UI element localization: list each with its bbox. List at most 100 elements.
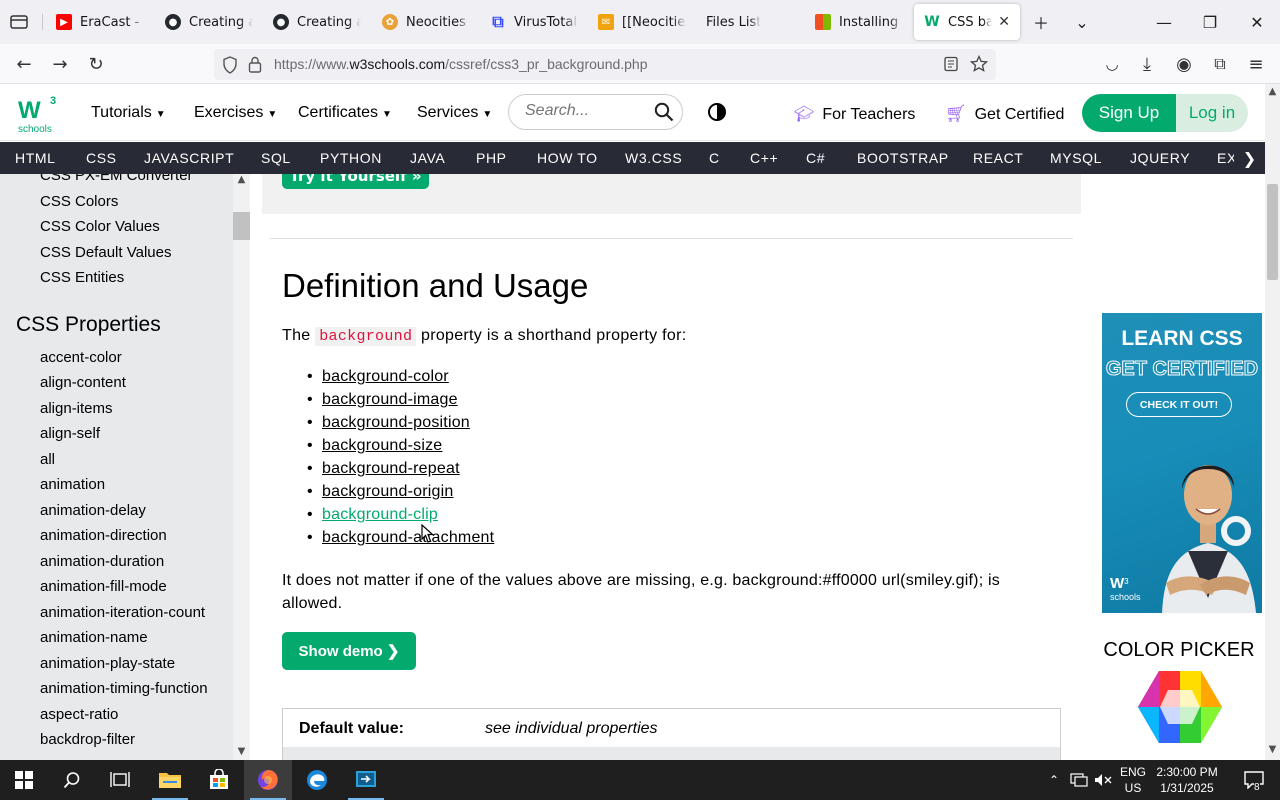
menu-certificates[interactable]: Certificates ▼ (298, 104, 392, 122)
sidebar-item[interactable]: CSS Entities (40, 269, 124, 286)
file-explorer-button[interactable] (146, 760, 194, 800)
topic-javascript[interactable]: JAVASCRIPT (144, 150, 234, 166)
sidebar-scrollbar[interactable]: ▲ ▼ (233, 174, 250, 760)
taskbar-search-button[interactable] (48, 760, 96, 800)
ad-check-it-out-button[interactable]: CHECK IT OUT! (1126, 392, 1232, 417)
back-button[interactable]: ← (10, 50, 38, 78)
sidebar-item[interactable]: CSS PX-EM Converter (40, 174, 193, 184)
bookmark-star-icon[interactable] (970, 55, 988, 73)
topic-c[interactable]: C (709, 150, 720, 166)
pocket-icon[interactable]: ◡ (1098, 50, 1126, 78)
topic-css[interactable]: CSS (86, 150, 117, 166)
sidebar-item[interactable]: align-self (40, 425, 100, 442)
url-bar[interactable]: https://www.w3schools.com/cssref/css3_pr… (214, 49, 996, 80)
edge-button[interactable] (293, 760, 341, 800)
close-window-button[interactable]: ✕ (1234, 0, 1280, 44)
topic-how-to[interactable]: HOW TO (537, 150, 598, 166)
scroll-up-icon[interactable]: ▲ (233, 174, 250, 188)
menu-exercises[interactable]: Exercises ▼ (194, 104, 277, 122)
show-hidden-icons-icon[interactable]: ⌃ (1044, 760, 1064, 800)
property-link[interactable]: background-size (322, 437, 442, 454)
page-scroll-thumb[interactable] (1267, 184, 1278, 280)
search-box[interactable] (508, 94, 683, 130)
sidebar-item[interactable]: backdrop-filter (40, 731, 135, 748)
network-icon[interactable] (1068, 760, 1090, 800)
action-center-button[interactable]: 8 (1234, 760, 1274, 800)
downloads-icon[interactable]: ⤓ (1133, 50, 1161, 78)
browser-tab[interactable]: ✿ Neocities - D (372, 4, 480, 40)
clock[interactable]: 2:30:00 PM 1/31/2025 (1150, 764, 1224, 796)
extensions-icon[interactable]: ⧉ (1206, 50, 1234, 78)
sidebar-item[interactable]: align-items (40, 400, 113, 417)
sidebar-item[interactable]: CSS Color Values (40, 218, 160, 235)
tab-overflow-icon[interactable]: ⌄ (1060, 0, 1104, 44)
sidebar-item[interactable]: all (40, 451, 55, 468)
show-demo-button[interactable]: Show demo ❯ (282, 632, 416, 670)
sidebar-item[interactable]: CSS Default Values (40, 244, 171, 261)
sidebar-item[interactable]: animation-fill-mode (40, 578, 167, 595)
get-certified-link[interactable]: 🛒︎ Get Certified (945, 104, 1064, 124)
firefox-button[interactable] (244, 760, 292, 800)
browser-tab[interactable]: ⧉ VirusTotal - (480, 4, 588, 40)
property-link[interactable]: background-image (322, 391, 458, 408)
sidebar-item[interactable]: aspect-ratio (40, 706, 118, 723)
scroll-up-icon[interactable]: ▲ (1265, 86, 1280, 97)
learn-css-ad[interactable]: LEARN CSS GET CERTIFIED CHECK IT OUT! W3… (1102, 313, 1262, 613)
store-button[interactable] (195, 760, 243, 800)
new-tab-button[interactable]: ＋ (1019, 0, 1063, 44)
property-link[interactable]: background-repeat (322, 460, 460, 477)
topic-bootstrap[interactable]: BOOTSTRAP (857, 150, 949, 166)
browser-tab[interactable]: Files List (696, 4, 804, 40)
sidebar-item[interactable]: accent-color (40, 349, 122, 366)
menu-services[interactable]: Services ▼ (417, 104, 492, 122)
browser-tab[interactable]: ✉ [[Neocities] (588, 4, 696, 40)
sidebar-item[interactable]: animation-name (40, 629, 148, 646)
sign-up-button[interactable]: Sign Up (1082, 94, 1176, 132)
topic-html[interactable]: HTML (15, 150, 56, 166)
property-link[interactable]: background-position (322, 414, 470, 431)
browser-tab[interactable]: Installing Mi (805, 4, 913, 40)
topic-java[interactable]: JAVA (410, 150, 445, 166)
restore-button[interactable]: ❐ (1187, 0, 1233, 44)
close-tab-icon[interactable]: ✕ (992, 14, 1010, 30)
sidebar-item[interactable]: animation-duration (40, 553, 164, 570)
property-link[interactable]: background-color (322, 368, 449, 385)
property-link[interactable]: background-origin (322, 483, 453, 500)
try-it-yourself-button[interactable]: Try it Yourself » (282, 174, 429, 189)
reload-button[interactable]: ↻ (82, 50, 110, 78)
sidebar-item[interactable]: animation-delay (40, 502, 146, 519)
language-indicator[interactable]: ENG US (1116, 764, 1150, 796)
color-picker-wheel-icon[interactable] (1138, 670, 1222, 744)
forward-button[interactable]: → (46, 50, 74, 78)
topic-react[interactable]: REACT (973, 150, 1023, 166)
topic-mysql[interactable]: MYSQL (1050, 150, 1102, 166)
minimize-button[interactable]: — (1141, 0, 1187, 44)
account-icon[interactable]: ◉ (1170, 50, 1198, 78)
sidebar-item[interactable]: align-content (40, 374, 126, 391)
menu-icon[interactable]: ≡ (1242, 50, 1270, 78)
property-link-hovered[interactable]: background-clip (322, 506, 438, 523)
remote-app-button[interactable] (342, 760, 390, 800)
browser-tab-active[interactable]: W CSS backg ✕ (914, 4, 1020, 40)
reader-view-icon[interactable] (943, 56, 959, 72)
topic-w3css[interactable]: W3.CSS (625, 150, 682, 166)
page-scrollbar[interactable]: ▲ ▼ (1265, 84, 1280, 760)
chevron-right-icon[interactable]: ❯ (1234, 142, 1265, 174)
topic-cpp[interactable]: C++ (750, 150, 778, 166)
sidebar-item[interactable]: animation (40, 476, 105, 493)
topic-python[interactable]: PYTHON (320, 150, 382, 166)
topic-csharp[interactable]: C# (806, 150, 825, 166)
sidebar-item[interactable]: animation-play-state (40, 655, 175, 672)
tracking-shield-icon[interactable] (222, 56, 238, 74)
property-link[interactable]: background-attachment (322, 529, 494, 546)
volume-muted-icon[interactable] (1092, 760, 1114, 800)
sidebar-item[interactable]: animation-iteration-count (40, 604, 205, 621)
task-view-button[interactable] (96, 760, 144, 800)
topic-php[interactable]: PHP (476, 150, 507, 166)
w3schools-logo[interactable]: W 3 schools (16, 92, 60, 136)
sidebar-item[interactable]: animation-timing-function (40, 680, 208, 697)
menu-tutorials[interactable]: Tutorials ▼ (91, 104, 166, 122)
list-all-tabs-icon[interactable] (8, 11, 30, 33)
start-button[interactable] (0, 760, 48, 800)
sidebar-scroll-thumb[interactable] (233, 212, 250, 240)
